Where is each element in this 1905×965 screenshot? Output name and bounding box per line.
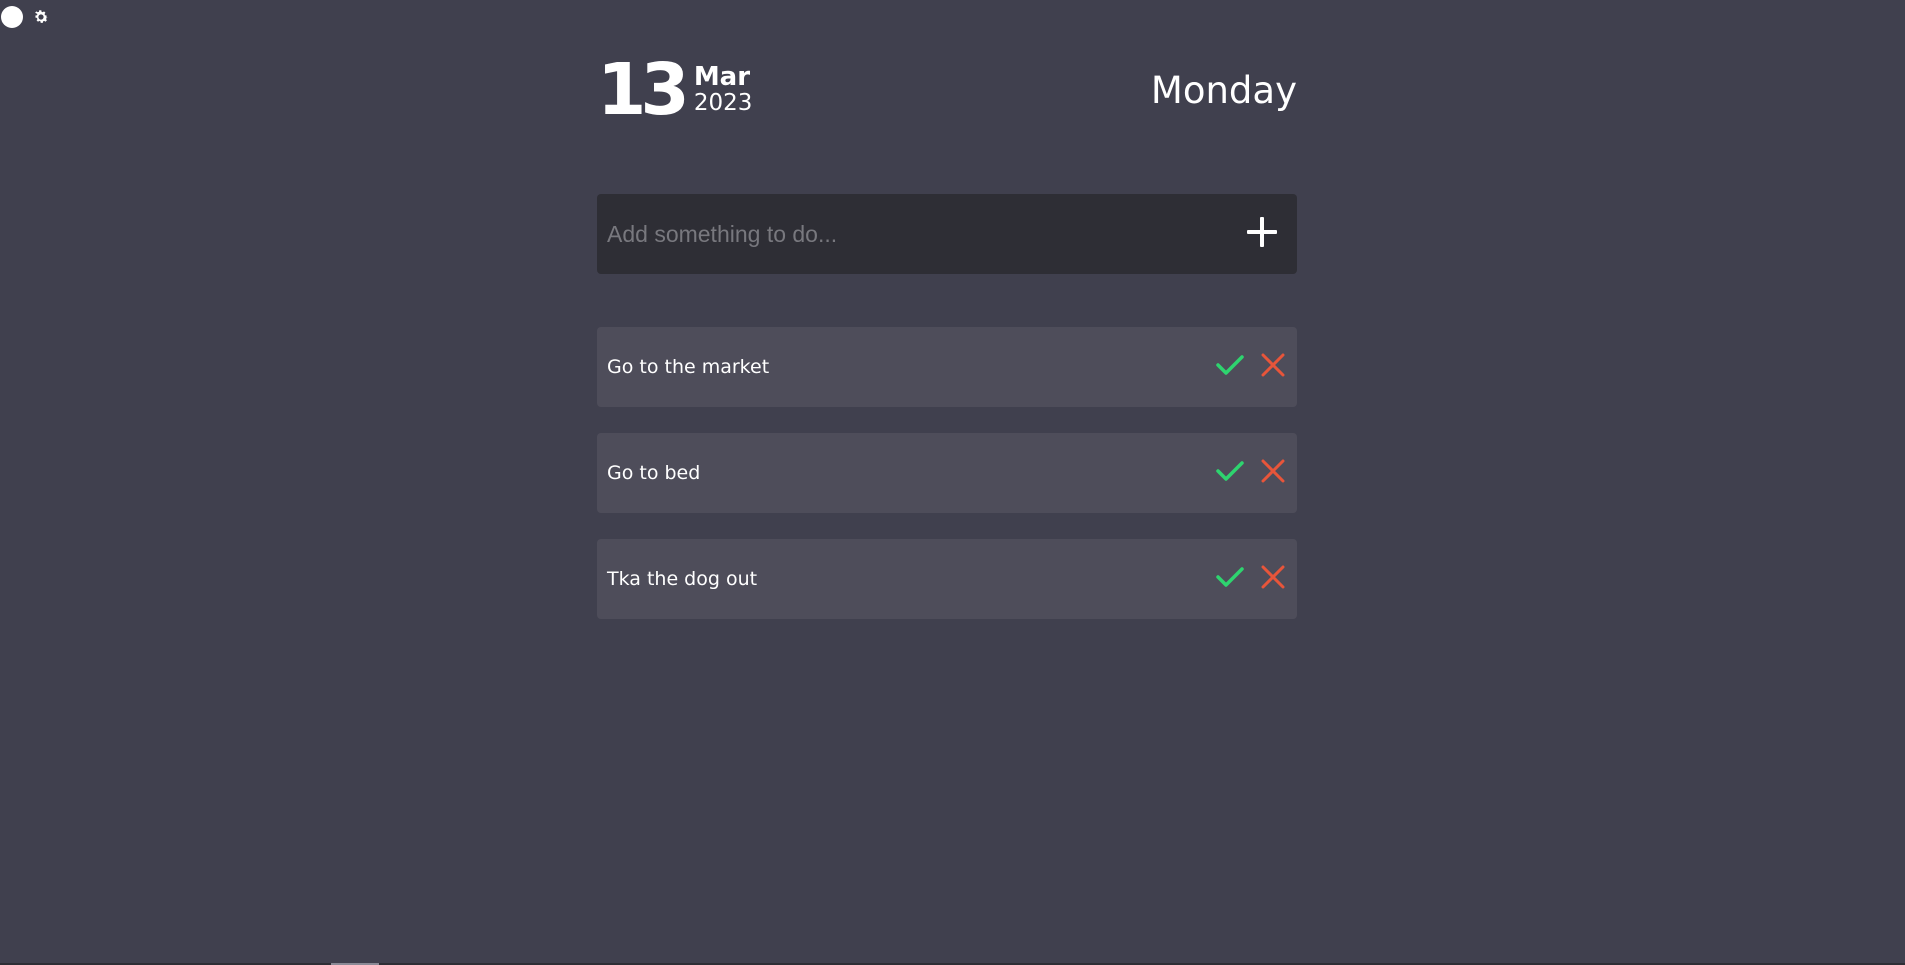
delete-button[interactable] [1256, 457, 1289, 490]
close-icon [1261, 565, 1285, 593]
year-label: 2023 [693, 90, 753, 117]
complete-button[interactable] [1213, 563, 1246, 596]
gear-icon[interactable] [31, 7, 51, 27]
plus-icon [1244, 214, 1280, 254]
task-list: Go to the market Go to bed Tka the dog o… [597, 327, 1297, 645]
month-year: Mar 2023 [693, 62, 753, 117]
task-label: Tka the dog out [607, 568, 758, 590]
check-icon [1215, 460, 1244, 486]
task-label: Go to the market [607, 356, 770, 378]
add-task-button[interactable] [1227, 194, 1297, 274]
task-item: Go to bed [597, 433, 1297, 513]
close-icon [1261, 353, 1285, 381]
task-actions [1213, 563, 1289, 596]
add-task-input[interactable] [597, 193, 1227, 275]
close-icon [1261, 459, 1285, 487]
day-number: 13 [597, 48, 690, 131]
month-label: Mar [693, 62, 751, 92]
weekday-label: Monday [1150, 69, 1297, 112]
date-block: 13 Mar 2023 [597, 54, 752, 125]
complete-button[interactable] [1213, 351, 1246, 384]
toggle-knob[interactable] [1, 6, 23, 28]
check-icon [1215, 354, 1244, 380]
task-label: Go to bed [607, 462, 701, 484]
check-icon [1215, 566, 1244, 592]
delete-button[interactable] [1256, 351, 1289, 384]
task-actions [1213, 351, 1289, 384]
task-item: Go to the market [597, 327, 1297, 407]
theme-toggle[interactable] [0, 4, 56, 30]
complete-button[interactable] [1213, 457, 1246, 490]
task-item: Tka the dog out [597, 539, 1297, 619]
delete-button[interactable] [1256, 563, 1289, 596]
task-actions [1213, 457, 1289, 490]
date-header: 13 Mar 2023 Monday [597, 0, 1297, 195]
add-task-bar [597, 193, 1297, 275]
todo-app: 13 Mar 2023 Monday Go to the market [597, 0, 1297, 619]
